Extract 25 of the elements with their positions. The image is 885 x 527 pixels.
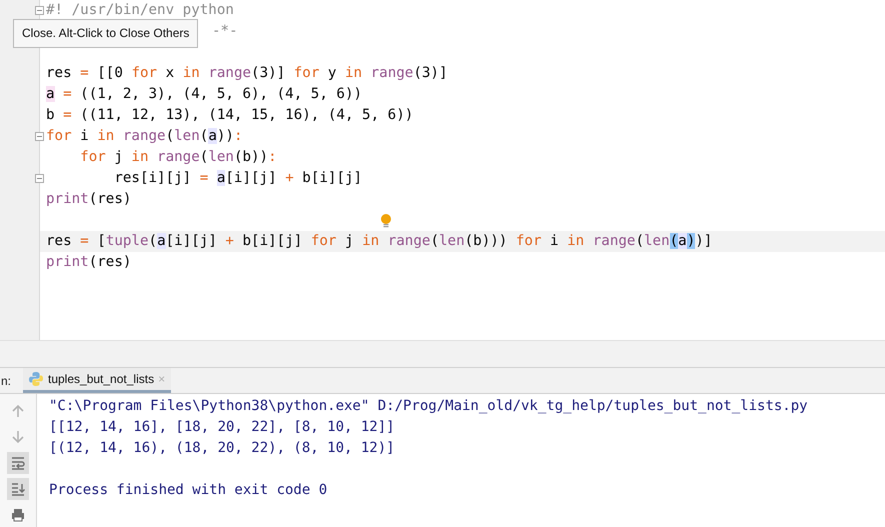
fold-icon[interactable] — [35, 6, 44, 15]
soft-wrap-icon[interactable] — [7, 452, 29, 474]
console-line: "C:\Program Files\Python38\python.exe" D:/Prog/Main_old/vk_tg_help/tuples_but_not_lists.py — [49, 397, 808, 416]
code-line: a = ((1, 2, 3), (4, 5, 6), (4, 5, 6)) — [46, 85, 362, 104]
code-line: for j in range(len(b)): — [79, 148, 277, 167]
code-line: for i in range(len(a)): — [46, 127, 242, 146]
code-line: res = [tuple(a[i][j] + b[i][j] for j in range(len(b))) for i in range(len(a))] — [46, 232, 712, 251]
run-tab[interactable]: tuples_but_not_lists × — [23, 368, 172, 393]
console-line: [(12, 14, 16), (18, 20, 22), (8, 10, 12)] — [49, 439, 396, 458]
lightbulb-icon[interactable] — [380, 214, 392, 228]
code-line: b = ((11, 12, 13), (14, 15, 16), (4, 5, 6)) — [46, 106, 414, 125]
panel-label: n: — [1, 372, 12, 390]
code-line: #! /usr/bin/env python — [46, 1, 234, 20]
console-line: Process finished with exit code 0 — [49, 481, 328, 500]
code-line: -*- — [212, 22, 238, 41]
fold-icon[interactable] — [35, 132, 44, 141]
scroll-to-end-icon[interactable] — [7, 478, 29, 500]
code-line: print(res) — [46, 253, 132, 272]
console-line: [[12, 14, 16], [18, 20, 22], [8, 10, 12]] — [49, 418, 396, 437]
fold-icon[interactable] — [35, 174, 44, 183]
code-line: res[i][j] = a[i][j] + b[i][j] — [113, 169, 362, 188]
python-icon — [28, 371, 44, 387]
code-line: print(res) — [46, 190, 132, 209]
code-line: res = [[0 for x in range(3)] for y in range(3)] — [46, 64, 448, 83]
tooltip: Close. Alt-Click to Close Others — [13, 19, 198, 48]
